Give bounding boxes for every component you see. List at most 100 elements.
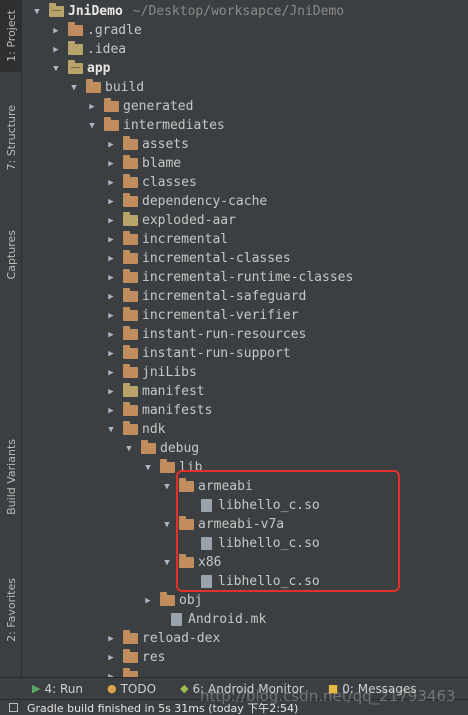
- tree-row-gradle[interactable]: ▶ .gradle: [23, 21, 468, 40]
- tree-label: manifests: [142, 403, 213, 418]
- tree-row-instant-run-support[interactable]: ▶ instant-run-support: [23, 344, 468, 363]
- tree-label: debug: [160, 441, 200, 456]
- collapsed-arrow-icon[interactable]: ▶: [105, 254, 117, 264]
- collapsed-arrow-icon[interactable]: ▶: [50, 26, 62, 36]
- tree-label: obj: [179, 593, 203, 608]
- tree-row-debug[interactable]: ▼ debug: [23, 439, 468, 458]
- tree-row-manifests[interactable]: ▶ manifests: [23, 401, 468, 420]
- tree-row-incremental-classes[interactable]: ▶ incremental-classes: [23, 249, 468, 268]
- folder-icon: [141, 440, 156, 454]
- collapsed-arrow-icon[interactable]: ▶: [105, 178, 117, 188]
- tree-row-reload-dex[interactable]: ▶ reload-dex: [23, 629, 468, 648]
- collapsed-arrow-icon[interactable]: ▶: [105, 197, 117, 207]
- collapsed-arrow-icon[interactable]: ▶: [105, 292, 117, 302]
- tree-label: exploded-aar: [142, 213, 236, 228]
- tree-row-ndk[interactable]: ▼ ndk: [23, 420, 468, 439]
- folder-icon: [123, 402, 138, 416]
- folder-icon: [68, 41, 83, 55]
- folder-icon: [104, 117, 119, 131]
- tab-structure[interactable]: 7: Structure: [0, 90, 22, 186]
- tree-row-res[interactable]: ▶ res: [23, 648, 468, 667]
- tree-label: app: [87, 61, 111, 76]
- left-tool-strip: 1: Project 7: Structure Captures Build V…: [0, 0, 22, 677]
- collapsed-arrow-icon[interactable]: ▶: [105, 216, 117, 226]
- tab-android-monitor[interactable]: ◆ 6: Android Monitor: [180, 682, 304, 696]
- collapsed-arrow-icon[interactable]: ▶: [105, 349, 117, 359]
- tree-row-idea[interactable]: ▶ .idea: [23, 40, 468, 59]
- tree-row-generated[interactable]: ▶ generated: [23, 97, 468, 116]
- tree-label: build: [105, 80, 145, 95]
- tree-row-build[interactable]: ▼ build: [23, 78, 468, 97]
- tab-todo[interactable]: ● TODO: [107, 682, 156, 696]
- collapsed-arrow-icon[interactable]: ▶: [105, 273, 117, 283]
- tree-row-incremental[interactable]: ▶ incremental: [23, 230, 468, 249]
- tree-label: instant-run-resources: [142, 327, 307, 342]
- tree-row-exploded-aar[interactable]: ▶ exploded-aar: [23, 211, 468, 230]
- tree-row-android-mk[interactable]: Android.mk: [23, 610, 468, 629]
- tree-row-intermediates[interactable]: ▼ intermediates: [23, 116, 468, 135]
- tool-windows-toggle-icon[interactable]: [9, 703, 18, 712]
- expanded-arrow-icon[interactable]: ▼: [31, 7, 43, 17]
- tree-row-blame[interactable]: ▶ blame: [23, 154, 468, 173]
- expanded-arrow-icon[interactable]: ▼: [50, 64, 62, 74]
- tree-label: classes: [142, 175, 197, 190]
- expanded-arrow-icon[interactable]: ▼: [105, 425, 117, 435]
- project-folder-icon: [49, 3, 64, 17]
- collapsed-arrow-icon[interactable]: ▶: [105, 159, 117, 169]
- expanded-arrow-icon[interactable]: ▼: [161, 482, 173, 492]
- collapsed-arrow-icon[interactable]: ▶: [105, 140, 117, 150]
- tree-row-manifest[interactable]: ▶ manifest: [23, 382, 468, 401]
- run-icon: ▶: [32, 682, 41, 695]
- tree-row-incremental-runtime-classes[interactable]: ▶ incremental-runtime-classes: [23, 268, 468, 287]
- tree-row-incremental-verifier[interactable]: ▶ incremental-verifier: [23, 306, 468, 325]
- tree-label: incremental-runtime-classes: [142, 270, 354, 285]
- expanded-arrow-icon[interactable]: ▼: [161, 558, 173, 568]
- folder-icon: [160, 592, 175, 606]
- folder-icon: [123, 250, 138, 264]
- tab-android-monitor-label: 6: Android Monitor: [192, 681, 304, 696]
- tree-row-obj[interactable]: ▶ obj: [23, 591, 468, 610]
- folder-icon: [123, 364, 138, 378]
- collapsed-arrow-icon[interactable]: ▶: [142, 596, 154, 606]
- tree-row-app[interactable]: ▼ app: [23, 59, 468, 78]
- tab-messages[interactable]: ■ 0: Messages: [328, 682, 417, 696]
- expanded-arrow-icon[interactable]: ▼: [86, 121, 98, 131]
- tree-label: incremental-verifier: [142, 308, 299, 323]
- tree-row-jnilibs[interactable]: ▶ jniLibs: [23, 363, 468, 382]
- tree-row-root[interactable]: ▼ JniDemo ~/Desktop/worksapce/JniDemo: [23, 2, 468, 21]
- collapsed-arrow-icon[interactable]: ▶: [105, 330, 117, 340]
- tree-row-classes[interactable]: ▶ classes: [23, 173, 468, 192]
- expanded-arrow-icon[interactable]: ▼: [142, 463, 154, 473]
- expanded-arrow-icon[interactable]: ▼: [161, 520, 173, 530]
- tab-run[interactable]: ▶ 4: Run: [32, 682, 83, 696]
- collapsed-arrow-icon[interactable]: ▶: [50, 45, 62, 55]
- tree-row-dependency-cache[interactable]: ▶ dependency-cache: [23, 192, 468, 211]
- tree-row-partial[interactable]: ▶: [23, 667, 468, 677]
- collapsed-arrow-icon[interactable]: ▶: [105, 387, 117, 397]
- tab-favorites[interactable]: 2: Favorites: [0, 556, 22, 664]
- collapsed-arrow-icon[interactable]: ▶: [105, 368, 117, 378]
- expanded-arrow-icon[interactable]: ▼: [68, 83, 80, 93]
- collapsed-arrow-icon[interactable]: ▶: [105, 653, 117, 663]
- tree-row-incremental-safeguard[interactable]: ▶ incremental-safeguard: [23, 287, 468, 306]
- tab-captures[interactable]: Captures: [0, 215, 22, 295]
- tree-label: incremental-classes: [142, 251, 291, 266]
- tree-row-instant-run-resources[interactable]: ▶ instant-run-resources: [23, 325, 468, 344]
- tree-label: generated: [123, 99, 194, 114]
- tab-build-variants[interactable]: Build Variants: [0, 418, 22, 536]
- tree-label: assets: [142, 137, 189, 152]
- tab-messages-label: 0: Messages: [342, 681, 417, 696]
- tree-row-assets[interactable]: ▶ assets: [23, 135, 468, 154]
- folder-icon: [123, 155, 138, 169]
- highlight-annotation-box: [176, 470, 400, 592]
- collapsed-arrow-icon[interactable]: ▶: [105, 406, 117, 416]
- collapsed-arrow-icon[interactable]: ▶: [105, 634, 117, 644]
- tab-todo-label: TODO: [120, 681, 157, 696]
- expanded-arrow-icon[interactable]: ▼: [123, 444, 135, 454]
- status-bar: Gradle build finished in 5s 31ms (today …: [0, 699, 468, 715]
- collapsed-arrow-icon[interactable]: ▶: [105, 311, 117, 321]
- collapsed-arrow-icon[interactable]: ▶: [86, 102, 98, 112]
- collapsed-arrow-icon[interactable]: ▶: [105, 235, 117, 245]
- root-path: ~/Desktop/worksapce/JniDemo: [132, 4, 345, 19]
- tab-project[interactable]: 1: Project: [0, 0, 22, 72]
